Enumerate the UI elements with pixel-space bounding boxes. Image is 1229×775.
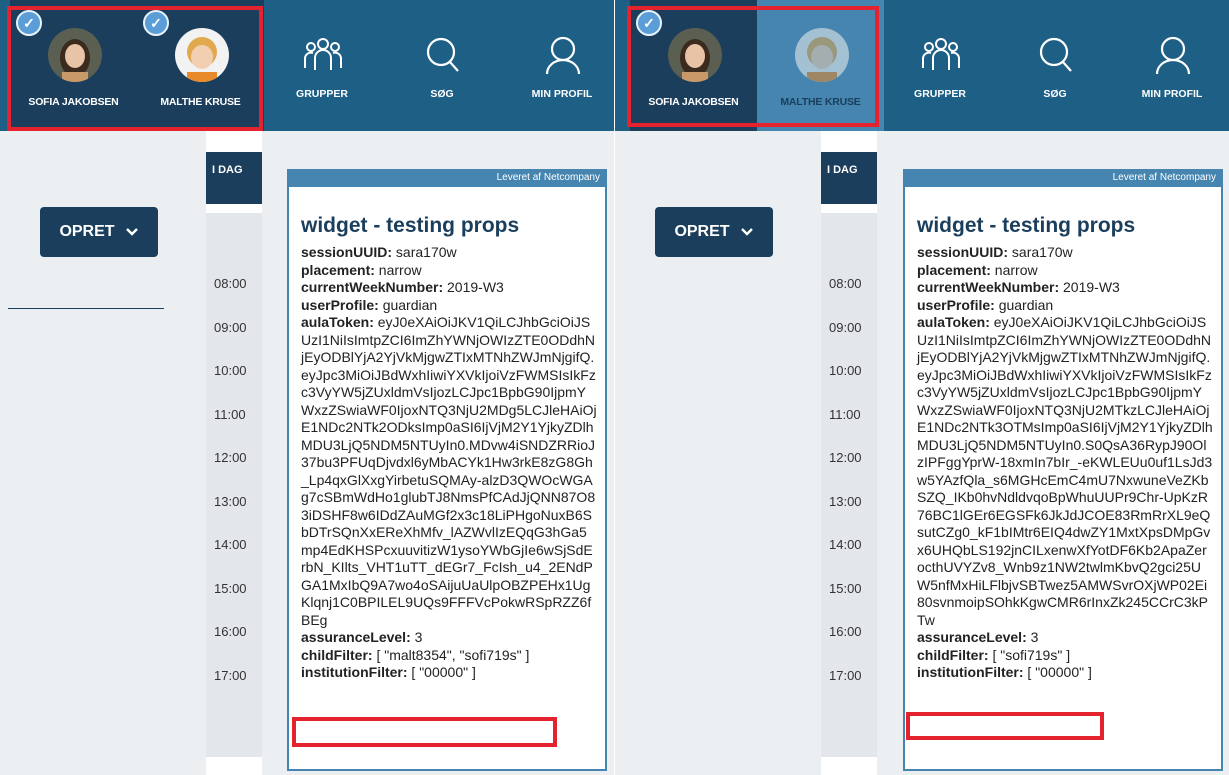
chevron-down-icon <box>740 228 753 236</box>
nav-label: SØG <box>1043 88 1067 100</box>
top-navigation-bar: ✓ SOFIA JAKOBSEN ✓ MALTHE KRUSE GRUPPER … <box>0 0 615 131</box>
screenshot-panel-right: ✓ SOFIA JAKOBSEN MALTHE KRUSE GRUPPER SØ… <box>615 0 1229 775</box>
time-label: 11:00 <box>214 406 246 422</box>
time-label: 10:00 <box>214 363 247 378</box>
prop-institution-filter: institutionFilter: [ "00000" ] <box>301 664 476 680</box>
profile-icon <box>1152 34 1194 76</box>
prop-assurance-level: assuranceLevel: 3 <box>301 629 423 645</box>
main-content: OPRET I DAG 08:00 09:00 10:00 11:00 12:0… <box>615 131 1229 775</box>
top-navigation-bar: ✓ SOFIA JAKOBSEN MALTHE KRUSE GRUPPER SØ… <box>615 0 1229 131</box>
widget-card: Leveret af Netcompany widget - testing p… <box>903 169 1223 771</box>
highlight-box <box>906 712 1104 740</box>
time-label: 09:00 <box>214 319 247 335</box>
today-button[interactable]: I DAG <box>821 152 877 204</box>
divider <box>8 308 164 309</box>
groups-icon <box>920 34 962 76</box>
time-label: 12:00 <box>214 450 247 465</box>
nav-search[interactable]: SØG <box>1005 0 1105 131</box>
nav-label: GRUPPER <box>914 88 966 100</box>
prop-aula-token: aulaToken: eyJ0eXAiOiJKV1QiLCJhbGciOiJSU… <box>301 314 597 628</box>
groups-icon <box>302 34 344 76</box>
nav-label: SØG <box>430 88 454 100</box>
nav-profile[interactable]: MIN PROFIL <box>512 0 612 131</box>
create-button-label: OPRET <box>674 223 730 240</box>
prop-child-filter: childFilter: [ "sofi719s" ] <box>917 646 1071 663</box>
nav-label: GRUPPER <box>296 88 348 100</box>
time-label: 11:00 <box>829 406 861 422</box>
prop-week-number: currentWeekNumber: 2019-W3 <box>917 279 1120 295</box>
nav-label: MIN PROFIL <box>1141 88 1203 100</box>
time-label: 10:00 <box>829 363 862 378</box>
prop-assurance-level: assuranceLevel: 3 <box>917 629 1039 645</box>
today-button[interactable]: I DAG <box>206 152 262 204</box>
time-label: 09:00 <box>829 319 862 335</box>
nav-groups[interactable]: GRUPPER <box>272 0 372 131</box>
highlight-box <box>7 6 263 131</box>
search-icon <box>1035 34 1077 76</box>
widget-provider: Leveret af Netcompany <box>905 171 1221 187</box>
widget-title: widget - testing props <box>301 214 520 237</box>
widget-provider: Leveret af Netcompany <box>289 171 605 187</box>
prop-user-profile: userProfile: guardian <box>917 296 1054 313</box>
screenshot-panel-left: ✓ SOFIA JAKOBSEN ✓ MALTHE KRUSE GRUPPER … <box>0 0 615 775</box>
prop-session-uuid: sessionUUID: sara170w <box>301 244 457 260</box>
prop-aula-token: aulaToken: eyJ0eXAiOiJKV1QiLCJhbGciOiJSU… <box>917 314 1213 628</box>
widget-title: widget - testing props <box>917 214 1136 237</box>
create-button-label: OPRET <box>59 223 115 240</box>
prop-child-filter: childFilter: [ "malt8354", "sofi719s" ] <box>301 646 530 663</box>
time-label: 17:00 <box>214 667 247 683</box>
time-label: 13:00 <box>829 493 862 509</box>
create-button[interactable]: OPRET <box>655 207 773 257</box>
prop-session-uuid: sessionUUID: sara170w <box>917 244 1073 260</box>
prop-placement: placement: narrow <box>917 261 1038 278</box>
widget-body: widget - testing props sessionUUID: sara… <box>289 187 599 682</box>
nav-label: MIN PROFIL <box>531 88 593 100</box>
highlight-box <box>627 6 879 127</box>
prop-institution-filter: institutionFilter: [ "00000" ] <box>917 664 1092 680</box>
chevron-down-icon <box>125 228 138 236</box>
prop-placement: placement: narrow <box>301 261 422 278</box>
time-label: 15:00 <box>829 580 862 596</box>
sidebar: OPRET <box>615 131 817 775</box>
time-label: 14:00 <box>829 537 862 552</box>
prop-user-profile: userProfile: guardian <box>301 296 438 313</box>
time-label: 16:00 <box>829 624 862 639</box>
create-button[interactable]: OPRET <box>40 207 158 257</box>
time-label: 13:00 <box>214 493 247 509</box>
time-label: 16:00 <box>214 624 247 639</box>
time-label: 15:00 <box>214 580 247 596</box>
nav-profile[interactable]: MIN PROFIL <box>1122 0 1222 131</box>
time-label: 08:00 <box>829 276 862 291</box>
time-label: 17:00 <box>829 667 862 683</box>
time-label: 14:00 <box>214 537 247 552</box>
search-icon <box>422 34 464 76</box>
time-list: 08:00 09:00 10:00 11:00 12:00 13:00 14:0… <box>214 276 247 711</box>
sidebar: OPRET <box>0 131 202 775</box>
widget-card: Leveret af Netcompany widget - testing p… <box>287 169 607 771</box>
main-content: OPRET I DAG 08:00 09:00 10:00 11:00 12:0… <box>0 131 615 775</box>
highlight-box <box>292 717 557 747</box>
nav-search[interactable]: SØG <box>392 0 492 131</box>
prop-week-number: currentWeekNumber: 2019-W3 <box>301 279 504 295</box>
widget-body: widget - testing props sessionUUID: sara… <box>905 187 1215 682</box>
time-list: 08:00 09:00 10:00 11:00 12:00 13:00 14:0… <box>829 276 862 711</box>
time-label: 12:00 <box>829 450 862 465</box>
profile-icon <box>542 34 584 76</box>
nav-groups[interactable]: GRUPPER <box>890 0 990 131</box>
time-label: 08:00 <box>214 276 247 291</box>
